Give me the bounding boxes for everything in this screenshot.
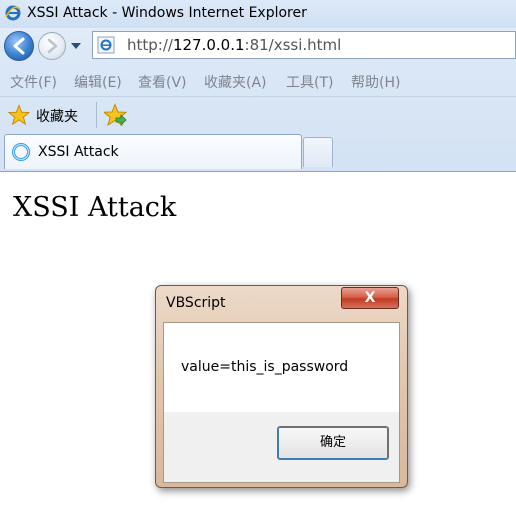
navigation-bar: http://127.0.0.1:81/xssi.html (0, 28, 516, 64)
menu-help[interactable]: 帮助(H) (351, 72, 400, 92)
window-title: XSSI Attack - Windows Internet Explorer (27, 5, 307, 21)
favorites-label: 收藏夹 (36, 109, 78, 125)
menu-edit[interactable]: 编辑(E) (74, 72, 122, 92)
new-tab-button[interactable] (303, 137, 333, 167)
dialog-title: VBScript (166, 295, 226, 311)
favorites-bar: 收藏夹 (0, 96, 516, 133)
menu-tools[interactable]: 工具(T) (286, 72, 333, 92)
recent-pages-dropdown[interactable] (71, 42, 81, 50)
tab-strip: XSSI Attack (0, 131, 516, 172)
browser-chrome: XSSI Attack - Windows Internet Explorer … (0, 0, 516, 172)
address-bar[interactable]: http://127.0.0.1:81/xssi.html (92, 31, 516, 59)
star-icon (8, 104, 30, 126)
address-url: http://127.0.0.1:81/xssi.html (127, 36, 341, 54)
tab-label: XSSI Attack (38, 144, 119, 160)
loading-ring-icon (12, 143, 30, 161)
menu-view[interactable]: 查看(V) (138, 72, 187, 92)
title-bar: XSSI Attack - Windows Internet Explorer (0, 0, 516, 28)
add-favorite-star-icon[interactable] (104, 103, 128, 127)
forward-button[interactable] (38, 32, 66, 60)
back-arrow-icon (13, 37, 25, 55)
tab-xssi-attack[interactable]: XSSI Attack (4, 134, 302, 169)
close-icon: X (364, 290, 376, 306)
dialog-close-button[interactable]: X (341, 287, 399, 309)
ie-logo-icon (5, 5, 21, 21)
back-button[interactable] (4, 31, 34, 61)
ok-button[interactable]: 确定 (277, 426, 389, 460)
ie-page-icon (97, 36, 115, 54)
forward-arrow-icon (47, 38, 58, 54)
menu-favorites[interactable]: 收藏夹(A) (204, 72, 267, 92)
page-heading: XSSI Attack (13, 192, 177, 223)
toolbar-divider (96, 102, 97, 128)
menu-file[interactable]: 文件(F) (10, 72, 57, 92)
dialog-body: value=this_is_password 确定 (163, 322, 400, 483)
vbscript-dialog: VBScript X value=this_is_password 确定 (155, 285, 408, 488)
url-scheme: http:// (127, 36, 173, 54)
url-host: 127.0.0.1 (172, 36, 245, 54)
dialog-message: value=this_is_password (181, 359, 349, 375)
dialog-footer: 确定 (164, 412, 399, 482)
url-path: :81/xssi.html (244, 36, 342, 54)
menu-bar: 文件(F) 编辑(E) 查看(V) 收藏夹(A) 工具(T) 帮助(H) (0, 66, 516, 96)
